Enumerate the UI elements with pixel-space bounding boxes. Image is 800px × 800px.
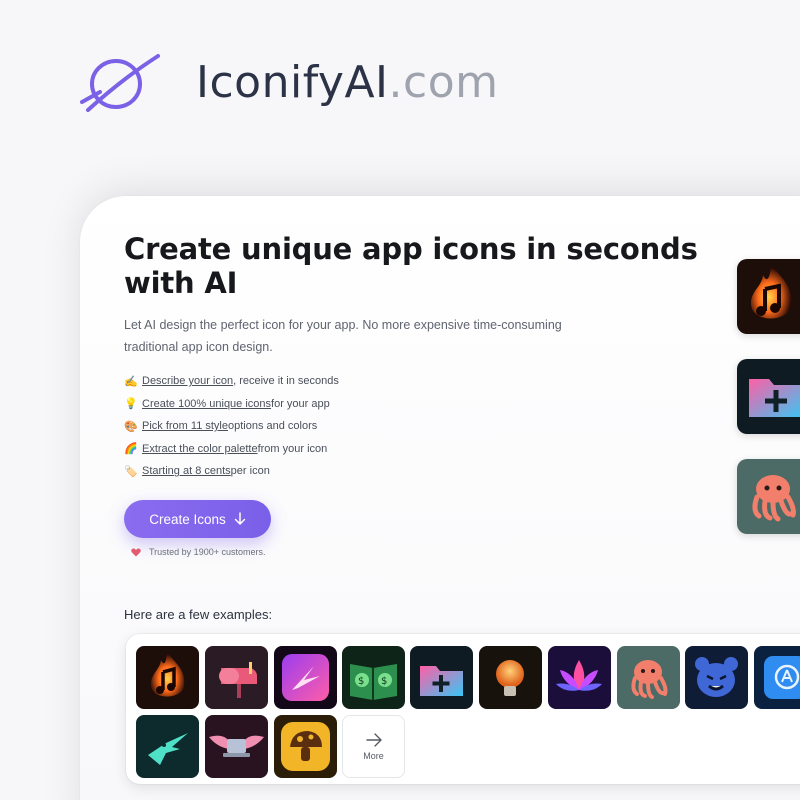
svg-text:$: $ [381,676,387,687]
feature-text: for your app [271,397,330,410]
app-store-book-icon[interactable] [754,646,800,709]
bear-icon[interactable] [685,646,748,709]
feature-text: , receive it in seconds [233,375,339,388]
feature-item: 🎨 Pick from 11 style options and colors [124,415,339,438]
feature-item: ✍️ Describe your icon, receive it in seco… [124,370,339,393]
svg-text:$: $ [358,676,364,687]
mailbox-icon[interactable] [205,646,268,709]
writing-hand-icon: ✍️ [124,375,138,388]
octopus-icon[interactable] [617,646,680,709]
lightbulb-icon[interactable] [479,646,542,709]
feather-circle-icon [80,54,160,112]
brand-name: IconifyAI.com [196,57,499,108]
create-icons-button[interactable]: Create Icons [124,500,271,538]
feature-text: per icon [230,465,270,478]
arrow-down-icon [234,512,246,525]
money-book-icon[interactable]: $ $ [342,646,405,709]
feature-link[interactable]: Pick from 11 style [142,420,228,432]
hummingbird-icon[interactable] [274,646,337,709]
lightbulb-emoji-icon: 💡 [124,398,138,411]
feature-link[interactable]: Extract the color palette [142,443,258,455]
lotus-icon[interactable] [548,646,611,709]
winged-laptop-icon[interactable] [205,715,268,778]
hummingbird-teal-icon[interactable] [136,715,199,778]
hero-headline: Create unique app icons in seconds with … [124,232,698,300]
trusted-note: Trusted by 1900+ customers. [131,547,265,557]
flaming-music-note-icon[interactable] [136,646,199,709]
feature-text: from your icon [257,442,328,455]
feature-item: 🌈 Extract the color palette from your ico… [124,438,339,461]
feature-item: 💡 Create 100% unique icons for your app [124,393,339,416]
rainbow-icon: 🌈 [124,443,138,456]
more-button[interactable]: More [342,715,405,778]
hero-subtitle: Let AI design the perfect icon for your … [124,318,562,354]
create-icons-label: Create Icons [149,511,226,527]
trusted-text: Trusted by 1900+ customers. [149,547,266,557]
brand-header: IconifyAI.com [78,52,499,114]
heart-icon [131,548,141,556]
examples-label: Here are a few examples: [124,607,273,622]
side-preview-flaming-music-note [737,259,800,334]
feature-link[interactable]: Starting at 8 cents [142,465,231,477]
feature-item: 🏷️ Starting at 8 cents per icon [124,460,339,483]
feature-link[interactable]: Describe your icon [142,375,233,387]
side-preview-folder-plus [737,359,800,434]
brand-tld: .com [388,57,499,108]
arrow-right-icon [365,732,382,747]
feature-text: options and colors [228,420,318,433]
feature-list: ✍️ Describe your icon, receive it in seco… [124,370,339,483]
price-tag-icon: 🏷️ [124,465,138,478]
mushroom-badge-icon[interactable] [274,715,337,778]
side-preview-octopus [737,459,800,534]
palette-icon: 🎨 [124,420,138,433]
folder-plus-icon[interactable] [410,646,473,709]
more-label: More [363,750,384,761]
feature-link[interactable]: Create 100% unique icons [142,398,271,410]
